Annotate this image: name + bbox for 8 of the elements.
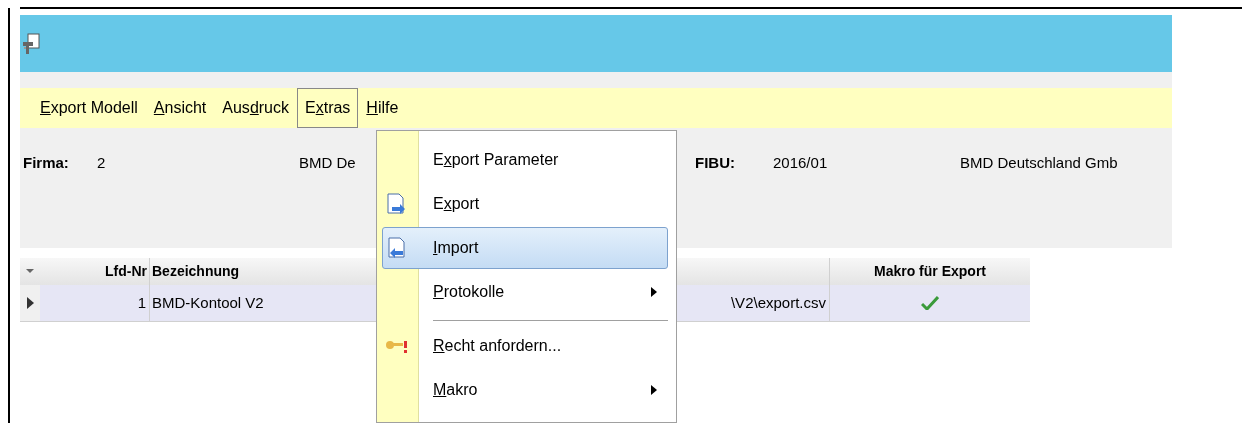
field-value: 2 [97,153,106,173]
table-cell-text: BMD-Kontool V2 [151,292,265,313]
company-name: BMD De [299,153,356,173]
field-value: 2016/01 [773,153,828,173]
field-label: FIBU: [695,153,735,173]
company-name: BMD Deutschland Gmb [960,153,1118,173]
table-cell: 1 [40,285,150,321]
field-label: Firma: [23,153,69,173]
